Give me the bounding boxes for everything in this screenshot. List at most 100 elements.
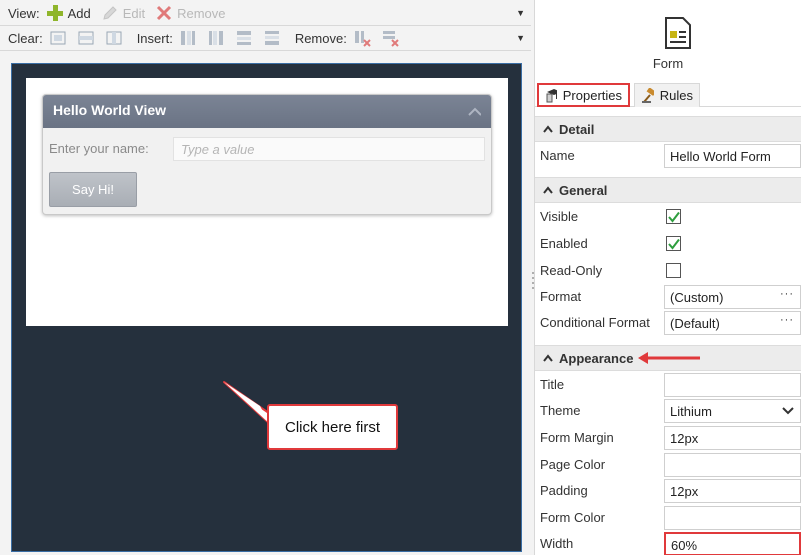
- prop-row-format: Format (Custom) ···: [535, 284, 801, 310]
- form-canvas[interactable]: Hello World View Enter your name: Type a…: [11, 63, 522, 552]
- prop-visible-label: Visible: [540, 209, 579, 224]
- tab-properties[interactable]: Properties: [537, 83, 630, 107]
- prop-condformat-label: Conditional Format: [540, 315, 650, 330]
- prop-condformat-field[interactable]: (Default) ···: [664, 311, 801, 335]
- insert-row-below-icon[interactable]: [263, 29, 281, 47]
- ellipsis-button[interactable]: ···: [780, 314, 794, 326]
- prop-formmargin-label: Form Margin: [540, 430, 614, 445]
- chevron-down-icon: [782, 407, 794, 415]
- pencil-icon: [101, 4, 119, 22]
- prop-row-form-margin: Form Margin 12px: [535, 425, 801, 451]
- annotation-arrow-icon: [638, 352, 700, 364]
- layout-toolbar-dropdown-icon[interactable]: ▼: [516, 33, 525, 43]
- layout-toolbar: Clear: Insert: Remove: ▼: [0, 26, 531, 50]
- prop-row-visible: Visible: [535, 204, 801, 230]
- remove-layout-label: Remove:: [294, 30, 347, 46]
- enabled-checkbox[interactable]: [666, 236, 681, 251]
- ellipsis-button[interactable]: ···: [780, 288, 794, 300]
- collapse-icon: [543, 354, 553, 362]
- prop-format-field[interactable]: (Custom) ···: [664, 285, 801, 309]
- add-button[interactable]: Add: [46, 4, 91, 22]
- name-label: Enter your name:: [49, 141, 149, 156]
- edit-button[interactable]: Edit: [101, 4, 145, 22]
- tab-properties-label: Properties: [562, 87, 622, 103]
- prop-format-value: (Custom): [670, 290, 724, 305]
- view-toolbar: View: Add Edit Remove ▼: [0, 1, 531, 25]
- insert-column-right-icon[interactable]: [207, 29, 225, 47]
- general-section-header[interactable]: General: [535, 177, 801, 203]
- prop-enabled-label: Enabled: [540, 236, 588, 251]
- click-here-callout: Click here first: [267, 404, 398, 450]
- collapse-icon: [543, 186, 553, 194]
- prop-formcolor-field[interactable]: [664, 506, 801, 530]
- object-type-label: Form: [652, 56, 684, 71]
- insert-row-above-icon[interactable]: [235, 29, 253, 47]
- insert-column-left-icon[interactable]: [179, 29, 197, 47]
- prop-row-conditional-format: Conditional Format (Default) ···: [535, 310, 801, 336]
- properties-panel: Form Properties Rules Detail Name Hello …: [535, 0, 801, 555]
- tab-rules[interactable]: Rules: [634, 83, 700, 107]
- prop-title-field[interactable]: [664, 373, 801, 397]
- hello-world-view[interactable]: Hello World View Enter your name: Type a…: [42, 94, 492, 215]
- theme-select-value: Lithium: [670, 404, 712, 419]
- clear-row-icon[interactable]: [77, 29, 95, 47]
- detail-section-header[interactable]: Detail: [535, 116, 801, 142]
- prop-padding-label: Padding: [540, 483, 588, 498]
- prop-pagecolor-label: Page Color: [540, 457, 606, 472]
- prop-padding-field[interactable]: 12px: [664, 479, 801, 503]
- prop-row-width: Width 60%: [535, 531, 801, 555]
- prop-formmargin-field[interactable]: 12px: [664, 426, 801, 450]
- appearance-section-title: Appearance: [559, 350, 634, 366]
- chevron-up-icon[interactable]: [467, 104, 481, 118]
- checkmark-icon: [668, 211, 680, 223]
- collapse-icon: [543, 125, 553, 133]
- properties-icon: [546, 89, 557, 103]
- add-button-label: Add: [67, 5, 91, 21]
- readonly-checkbox[interactable]: [666, 263, 681, 278]
- toolbar-divider-2: [0, 50, 531, 51]
- detail-section-title: Detail: [559, 121, 595, 137]
- view-header[interactable]: Hello World View: [43, 95, 491, 128]
- view-title: Hello World View: [53, 102, 167, 118]
- remove-row-icon[interactable]: [381, 29, 399, 47]
- name-row: Enter your name: Type a value: [49, 137, 487, 161]
- say-hi-button[interactable]: Say Hi!: [49, 172, 137, 207]
- prop-readonly-label: Read-Only: [540, 263, 603, 278]
- prop-formcolor-label: Form Color: [540, 510, 606, 525]
- prop-row-enabled: Enabled: [535, 231, 801, 257]
- name-input[interactable]: Type a value: [173, 137, 485, 161]
- visible-checkbox[interactable]: [666, 209, 681, 224]
- gavel-icon: [642, 87, 654, 103]
- prop-title-label: Title: [540, 377, 565, 392]
- toolbar-dropdown-icon[interactable]: ▼: [516, 8, 525, 18]
- checkmark-icon: [668, 238, 680, 250]
- view-toolbar-label: View:: [8, 5, 40, 21]
- remove-button[interactable]: Remove: [155, 4, 226, 22]
- prop-width-field[interactable]: 60%: [664, 532, 801, 555]
- theme-select[interactable]: Lithium: [664, 399, 801, 423]
- prop-row-name: Name Hello World Form: [535, 143, 801, 169]
- prop-condformat-value: (Default): [670, 316, 720, 331]
- prop-name-field[interactable]: Hello World Form: [664, 144, 801, 168]
- prop-row-readonly: Read-Only: [535, 258, 801, 284]
- remove-column-icon[interactable]: [353, 29, 371, 47]
- prop-row-page-color: Page Color: [535, 452, 801, 478]
- insert-label: Insert:: [136, 30, 173, 46]
- plus-icon: [46, 4, 64, 22]
- clear-cell-icon[interactable]: [49, 29, 67, 47]
- designer-area: View: Add Edit Remove ▼ Clear: Insert: R…: [0, 0, 531, 555]
- edit-button-label: Edit: [122, 5, 146, 21]
- clear-column-icon[interactable]: [105, 29, 123, 47]
- prop-row-title: Title: [535, 372, 801, 398]
- clear-label: Clear:: [8, 30, 43, 46]
- prop-format-label: Format: [540, 289, 582, 304]
- remove-button-label: Remove: [177, 5, 226, 21]
- prop-row-theme: Theme Lithium: [535, 398, 801, 424]
- prop-row-padding: Padding 12px: [535, 478, 801, 504]
- prop-pagecolor-field[interactable]: [664, 453, 801, 477]
- general-section-title: General: [559, 182, 608, 198]
- red-x-icon: [155, 4, 173, 22]
- tab-rules-label: Rules: [659, 88, 693, 103]
- panel-tabs: Properties Rules: [535, 81, 801, 107]
- form-page[interactable]: Hello World View Enter your name: Type a…: [26, 78, 508, 326]
